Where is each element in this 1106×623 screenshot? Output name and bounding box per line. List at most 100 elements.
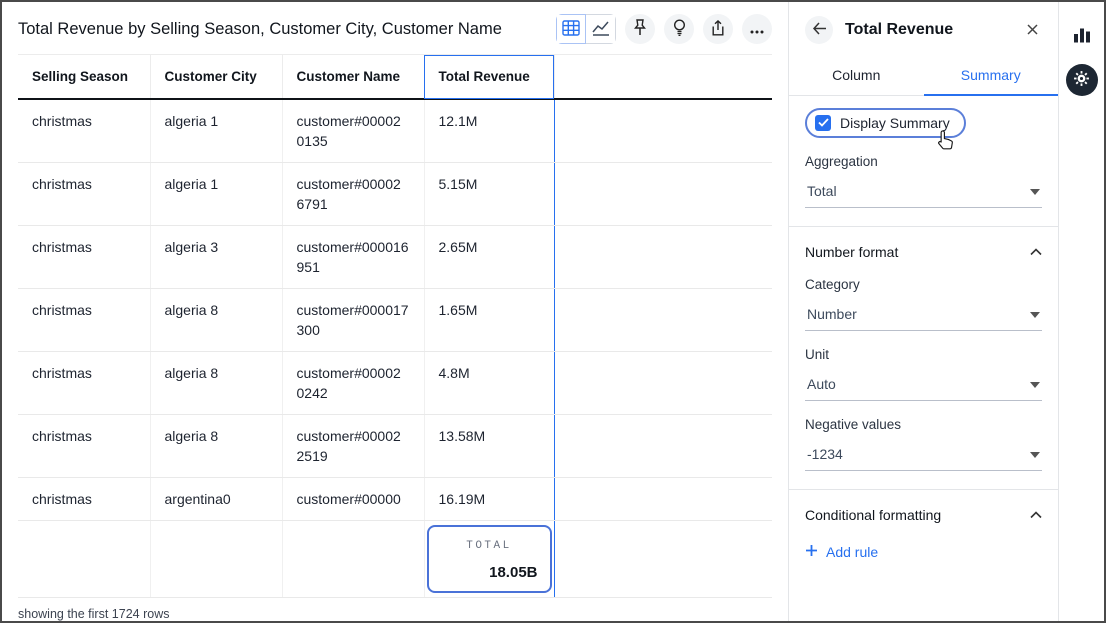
unit-select[interactable]: Auto <box>805 370 1042 401</box>
table-view-button[interactable] <box>556 14 586 44</box>
category-label: Category <box>805 277 1042 292</box>
chart-view-button[interactable] <box>586 14 616 44</box>
table-row: christmas algeria 1 customer#00002 0135 … <box>18 99 772 163</box>
caret-down-icon <box>1030 182 1040 200</box>
more-options-button[interactable] <box>742 14 772 44</box>
section-divider <box>789 226 1058 227</box>
column-header-selling-season[interactable]: Selling Season <box>18 55 150 100</box>
cell-city[interactable]: algeria 1 <box>150 99 282 163</box>
section-divider <box>789 489 1058 490</box>
cell-revenue[interactable]: 4.8M <box>424 352 554 415</box>
aggregation-select[interactable]: Total <box>805 177 1042 208</box>
lightbulb-icon <box>673 19 686 39</box>
column-header-customer-city[interactable]: Customer City <box>150 55 282 100</box>
add-rule-button[interactable]: Add rule <box>805 544 1042 560</box>
cell-city[interactable]: algeria 8 <box>150 415 282 478</box>
data-table-container: Selling Season Customer City Customer Na… <box>18 54 772 598</box>
cell-city[interactable]: algeria 3 <box>150 226 282 289</box>
chart-config-button[interactable] <box>1073 26 1091 46</box>
summary-total-box[interactable]: TOTAL 18.05B <box>427 525 552 593</box>
column-header-customer-name[interactable]: Customer Name <box>282 55 424 100</box>
cell-revenue[interactable]: 1.65M <box>424 289 554 352</box>
cell-total: TOTAL 18.05B <box>424 521 554 598</box>
cell-revenue[interactable]: 5.15M <box>424 163 554 226</box>
cell-revenue[interactable]: 12.1M <box>424 99 554 163</box>
cell-customer[interactable]: customer#000017 300 <box>282 289 424 352</box>
cell-empty <box>554 352 772 415</box>
panel-title: Total Revenue <box>845 21 1023 39</box>
cell-empty <box>554 163 772 226</box>
caret-down-icon <box>1030 445 1040 463</box>
table-row: christmas algeria 8 customer#00002 2519 … <box>18 415 772 478</box>
answer-area: Total Revenue by Selling Season, Custome… <box>2 2 788 621</box>
panel-header: Total Revenue <box>805 16 1042 44</box>
cell-city[interactable]: algeria 1 <box>150 163 282 226</box>
negative-values-select[interactable]: -1234 <box>805 440 1042 471</box>
column-header-total-revenue[interactable]: Total Revenue <box>424 55 554 100</box>
cell-revenue[interactable]: 2.65M <box>424 226 554 289</box>
unit-label: Unit <box>805 347 1042 362</box>
cell-revenue[interactable]: 16.19M <box>424 478 554 521</box>
tab-summary[interactable]: Summary <box>924 58 1059 96</box>
data-table: Selling Season Customer City Customer Na… <box>18 54 772 598</box>
back-button[interactable] <box>805 16 833 44</box>
add-rule-label: Add rule <box>826 544 878 560</box>
cell-season[interactable]: christmas <box>18 99 150 163</box>
negative-values-label: Negative values <box>805 417 1042 432</box>
settings-button[interactable] <box>1066 64 1098 96</box>
cell-city[interactable]: algeria 8 <box>150 352 282 415</box>
cell-customer[interactable]: customer#000016 951 <box>282 226 424 289</box>
cell-empty <box>554 99 772 163</box>
display-summary-option[interactable]: Display Summary <box>805 108 966 138</box>
share-button[interactable] <box>703 14 733 44</box>
answer-toolbar <box>556 14 772 44</box>
cell-city[interactable]: argentina0 <box>150 478 282 521</box>
insights-button[interactable] <box>664 14 694 44</box>
table-header-row: Selling Season Customer City Customer Na… <box>18 55 772 100</box>
tab-column[interactable]: Column <box>789 58 924 95</box>
table-total-row: TOTAL 18.05B <box>18 521 772 598</box>
cell-customer[interactable]: customer#00002 2519 <box>282 415 424 478</box>
aggregation-value: Total <box>807 183 837 199</box>
close-panel-button[interactable] <box>1023 19 1042 42</box>
cell-season[interactable]: christmas <box>18 415 150 478</box>
cell-empty <box>554 415 772 478</box>
cell-season[interactable]: christmas <box>18 163 150 226</box>
cell-city[interactable]: algeria 8 <box>150 289 282 352</box>
cell-season[interactable]: christmas <box>18 226 150 289</box>
cell-customer[interactable]: customer#00000 <box>282 478 424 521</box>
cell-customer[interactable]: customer#00002 0135 <box>282 99 424 163</box>
page-title: Total Revenue by Selling Season, Custome… <box>18 20 556 39</box>
cell-season[interactable]: christmas <box>18 352 150 415</box>
chevron-up-icon <box>1030 506 1042 524</box>
display-summary-checkbox[interactable] <box>815 115 831 131</box>
app-window: Total Revenue by Selling Season, Custome… <box>0 0 1106 623</box>
number-format-section-header[interactable]: Number format <box>805 243 1042 261</box>
conditional-formatting-section-header[interactable]: Conditional formatting <box>805 506 1042 524</box>
cell-customer[interactable]: customer#00002 6791 <box>282 163 424 226</box>
cell-empty <box>554 521 772 598</box>
caret-down-icon <box>1030 305 1040 323</box>
chart-view-icon <box>592 20 610 39</box>
bar-chart-icon <box>1073 31 1091 46</box>
chevron-up-icon <box>1030 243 1042 261</box>
cell-season[interactable]: christmas <box>18 289 150 352</box>
share-icon <box>711 20 725 39</box>
summary-total-label: TOTAL <box>441 536 538 556</box>
summary-total-value: 18.05B <box>441 563 538 583</box>
pin-icon <box>633 19 647 39</box>
back-arrow-icon <box>812 22 827 38</box>
category-select[interactable]: Number <box>805 300 1042 331</box>
caret-down-icon <box>1030 375 1040 393</box>
pin-button[interactable] <box>625 14 655 44</box>
more-icon <box>750 22 764 37</box>
panel-tabs: Column Summary <box>789 58 1058 96</box>
cell-revenue[interactable]: 13.58M <box>424 415 554 478</box>
gear-icon <box>1073 70 1090 90</box>
cell-customer[interactable]: customer#00002 0242 <box>282 352 424 415</box>
category-field: Category Number <box>805 277 1042 331</box>
close-icon <box>1027 23 1038 38</box>
table-row: christmas argentina0 customer#00000 16.1… <box>18 478 772 521</box>
cell-season[interactable]: christmas <box>18 478 150 521</box>
row-count-note: showing the first 1724 rows <box>18 607 169 621</box>
